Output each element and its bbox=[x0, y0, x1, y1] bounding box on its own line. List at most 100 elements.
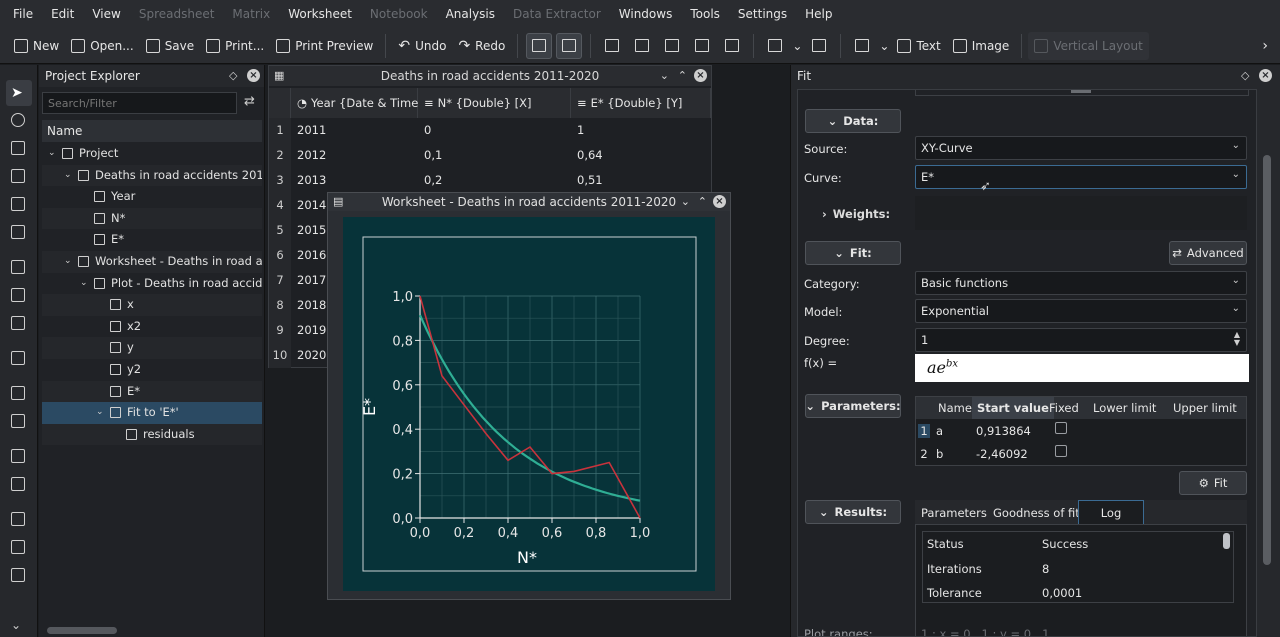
param-fixed-checkbox[interactable] bbox=[1055, 422, 1067, 434]
close-spreadsheet-button[interactable]: × bbox=[694, 69, 707, 82]
table-cell[interactable]: 0 bbox=[418, 118, 431, 143]
tree-item[interactable]: residuals bbox=[42, 423, 262, 446]
curve-combo[interactable]: E* ⌄ bbox=[915, 165, 1247, 189]
param-col-upper[interactable]: Upper limit bbox=[1173, 401, 1237, 415]
advanced-button[interactable]: ⇄ Advanced bbox=[1169, 241, 1247, 265]
table-cell[interactable]: 2019 bbox=[291, 318, 326, 343]
row-header[interactable]: 6 bbox=[269, 243, 291, 268]
print-button[interactable]: Print... bbox=[200, 32, 270, 60]
scale-auto-x-tool[interactable] bbox=[11, 540, 27, 556]
toolbar-overflow-button[interactable]: › bbox=[1256, 32, 1274, 60]
scale-auto-tool[interactable] bbox=[11, 512, 27, 528]
row-header[interactable]: 3 bbox=[269, 168, 291, 193]
category-combo[interactable]: Basic functions ⌄ bbox=[915, 271, 1247, 295]
tab-goodness-of-fit[interactable]: Goodness of fit bbox=[993, 506, 1080, 520]
add-horizontal-axis-tool[interactable] bbox=[11, 386, 27, 402]
row-header[interactable]: 7 bbox=[269, 268, 291, 293]
plot-svg[interactable]: 0,0 0,2 0,4 0,6 0,8 1,0 0,0 0,2 0,4 0,6 0,8 1,0 N* E* bbox=[343, 217, 715, 591]
row-header[interactable]: 8 bbox=[269, 293, 291, 318]
close-fit-dock-button[interactable]: × bbox=[1259, 69, 1272, 82]
degree-spinbox[interactable]: 1 ▲ ▼ bbox=[915, 328, 1247, 352]
param-col-name[interactable]: Name bbox=[938, 401, 972, 415]
tree-item[interactable]: E* bbox=[42, 380, 262, 403]
zoom-x-tool[interactable] bbox=[11, 169, 27, 185]
minimize-icon[interactable]: ⌄ bbox=[660, 66, 669, 86]
menu-settings[interactable]: Settings bbox=[729, 0, 796, 28]
add-table-button[interactable] bbox=[629, 33, 655, 59]
tree-item[interactable]: ⌄ Deaths in road accidents 2011-2020 bbox=[42, 164, 262, 187]
tab-parameters[interactable]: Parameters bbox=[921, 506, 987, 520]
menu-view[interactable]: View bbox=[83, 0, 129, 28]
tab-log[interactable]: Log bbox=[1078, 500, 1144, 525]
add-vertical-axis-tool[interactable] bbox=[11, 414, 27, 430]
print-preview-button[interactable]: Print Preview bbox=[270, 32, 379, 60]
vertical-layout-button[interactable]: Vertical Layout bbox=[1028, 31, 1149, 60]
expand-chevron-icon[interactable]: ⌄ bbox=[80, 273, 90, 295]
export-dropdown[interactable]: ⌄ bbox=[790, 32, 804, 60]
model-combo[interactable]: Exponential ⌄ bbox=[915, 299, 1247, 323]
column-header-e[interactable]: ≡ E* {Double} [Y] bbox=[571, 88, 711, 118]
tree-item[interactable]: ⌄ Worksheet - Deaths in road accidents 20… bbox=[42, 250, 262, 273]
table-cell[interactable]: 2020 bbox=[291, 343, 326, 368]
document-button[interactable] bbox=[806, 33, 832, 59]
tree-item[interactable]: Year bbox=[42, 186, 262, 208]
table-cell[interactable]: 1 bbox=[571, 118, 584, 143]
weights-toggle[interactable]: › Weights: bbox=[822, 207, 890, 221]
add-axis-tool[interactable] bbox=[11, 351, 27, 367]
image-button[interactable]: Image bbox=[947, 32, 1016, 60]
parameters-section-button[interactable]: ⌄ Parameters: bbox=[805, 394, 901, 418]
add-fit-tool[interactable] bbox=[11, 316, 27, 332]
corner-header[interactable] bbox=[269, 88, 291, 118]
menu-analysis[interactable]: Analysis bbox=[437, 0, 504, 28]
row-header[interactable]: 1 bbox=[269, 118, 291, 143]
tree-item[interactable]: ⌄ Project bbox=[42, 143, 262, 165]
add-xy-curve-tool[interactable] bbox=[11, 260, 27, 276]
table-cell[interactable]: 2018 bbox=[291, 293, 326, 318]
table-cell[interactable]: 2016 bbox=[291, 243, 326, 268]
cursor-tool[interactable] bbox=[11, 225, 27, 241]
fit-dock-scrollbar[interactable] bbox=[1263, 155, 1271, 565]
row-header[interactable]: 9 bbox=[269, 318, 291, 343]
export-button[interactable] bbox=[762, 33, 788, 59]
table-cell[interactable]: 2011 bbox=[291, 118, 326, 143]
column-header-n[interactable]: ≡ N* {Double} [X] bbox=[418, 88, 571, 118]
float-icon[interactable]: ◇ bbox=[1241, 69, 1249, 82]
zoom-select-tool[interactable] bbox=[11, 141, 27, 157]
text-button[interactable]: Text bbox=[891, 32, 946, 60]
open-button[interactable]: Open... bbox=[65, 32, 140, 60]
scale-auto-y-tool[interactable] bbox=[11, 568, 27, 584]
maximize-icon[interactable]: ⌃ bbox=[678, 66, 687, 86]
param-col-lower[interactable]: Lower limit bbox=[1093, 401, 1156, 415]
fit-section-button[interactable]: ⌄ Fit: bbox=[805, 241, 901, 265]
filter-options-icon[interactable]: ⇄ bbox=[244, 94, 255, 109]
menu-worksheet[interactable]: Worksheet bbox=[279, 0, 361, 28]
log-scrollbar[interactable] bbox=[1223, 533, 1230, 549]
param-row-number[interactable]: 1 bbox=[918, 424, 930, 438]
row-header[interactable]: 5 bbox=[269, 218, 291, 243]
expand-chevron-icon[interactable]: ⌄ bbox=[48, 143, 58, 165]
maximize-icon[interactable]: ⌃ bbox=[698, 193, 707, 211]
new-button[interactable]: New bbox=[8, 32, 65, 60]
param-row-number[interactable]: 2 bbox=[918, 447, 930, 461]
table-cell[interactable]: 0,2 bbox=[418, 168, 442, 193]
close-worksheet-button[interactable]: × bbox=[713, 195, 726, 208]
table-cell[interactable]: 0,1 bbox=[418, 143, 442, 168]
tree-item[interactable]: N* bbox=[42, 207, 262, 230]
redo-button[interactable]: ↷ Redo bbox=[452, 32, 511, 60]
tree-item[interactable]: ⌄ Fit to 'E*' bbox=[42, 402, 262, 424]
layout-grid-button[interactable] bbox=[526, 32, 553, 59]
add-axis-button[interactable] bbox=[659, 33, 685, 59]
undo-button[interactable]: ↶ Undo bbox=[392, 32, 452, 60]
menu-edit[interactable]: Edit bbox=[42, 0, 83, 28]
param-fixed-checkbox[interactable] bbox=[1055, 445, 1067, 457]
menu-tools[interactable]: Tools bbox=[681, 0, 729, 28]
table-cell[interactable]: 2014 bbox=[291, 193, 326, 218]
tree-item[interactable]: x2 bbox=[42, 316, 262, 338]
param-col-fixed[interactable]: Fixed bbox=[1049, 401, 1079, 415]
menu-help[interactable]: Help bbox=[796, 0, 841, 28]
add-text-tool[interactable] bbox=[11, 449, 27, 465]
save-button[interactable]: Save bbox=[140, 32, 200, 60]
zoom-y-tool[interactable] bbox=[11, 197, 27, 213]
layout-list-button[interactable] bbox=[556, 32, 583, 59]
horizontal-scrollbar[interactable] bbox=[47, 627, 117, 634]
